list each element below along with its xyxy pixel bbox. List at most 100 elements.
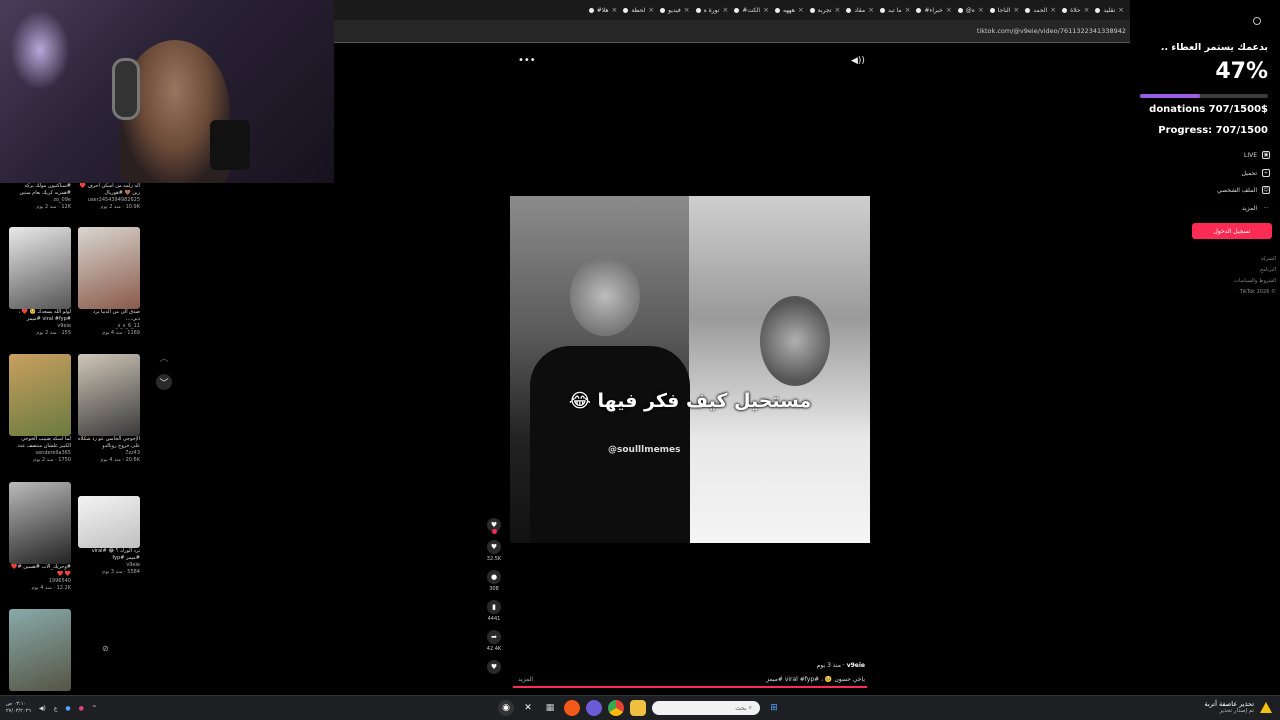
thumbnail-caption: ترد الورك ؟ 😂 #viral #ميمز #fyp xyxy=(91,548,140,561)
browser-tab[interactable]: هههه × xyxy=(774,6,804,14)
close-icon[interactable]: × xyxy=(1118,6,1124,14)
folder-icon[interactable] xyxy=(630,700,646,716)
close-icon[interactable]: × xyxy=(763,6,769,14)
browser-tab[interactable]: #هلا × xyxy=(588,6,618,14)
capcut-icon[interactable]: ✕ xyxy=(520,700,536,716)
mute-icon[interactable]: ⊘ xyxy=(102,644,116,656)
address-bar[interactable]: tiktok.com/@v9eie/video/7611322341338942 xyxy=(334,20,1130,42)
thumbnail-author[interactable]: s_s_6_11_ xyxy=(78,323,140,330)
chevron-up-icon[interactable]: ^ xyxy=(92,705,97,712)
browser-tab[interactable]: الحمد × xyxy=(1025,6,1056,14)
more-options-icon[interactable]: ••• xyxy=(518,55,536,66)
like-small-button[interactable]: ♥ xyxy=(487,660,501,674)
thumbnail-author[interactable]: 7zz43 xyxy=(78,450,140,457)
close-icon[interactable]: × xyxy=(722,6,728,14)
obs-icon[interactable]: ◉ xyxy=(498,700,514,716)
thumbnail-image[interactable] xyxy=(9,227,71,309)
thumbnail-image[interactable] xyxy=(78,227,140,309)
settings-icon[interactable] xyxy=(1253,17,1261,25)
video-author[interactable]: v9eie xyxy=(847,662,865,669)
sidebar-item-upload[interactable]: تحميل + xyxy=(1242,169,1270,177)
mic-icon[interactable]: ● xyxy=(65,705,70,712)
login-button[interactable]: تسجيل الدخول xyxy=(1192,223,1272,239)
close-icon[interactable]: × xyxy=(905,6,911,14)
browser-tab[interactable]: مقاد × xyxy=(846,6,874,14)
next-video-button[interactable]: ﹀ xyxy=(156,374,172,390)
like-count: 32.5K xyxy=(486,556,502,562)
thumbnail-author[interactable]: v9eie xyxy=(78,562,140,569)
close-icon[interactable]: × xyxy=(798,6,804,14)
follow-plus-icon[interactable] xyxy=(491,529,497,534)
close-icon[interactable]: × xyxy=(648,6,654,14)
close-icon[interactable]: × xyxy=(978,6,984,14)
url-text[interactable]: tiktok.com/@v9eie/video/7611322341338942 xyxy=(977,27,1126,35)
thumbnail-image[interactable] xyxy=(9,482,71,564)
footer-link[interactable]: البرنامج xyxy=(1260,267,1276,273)
thumbnail-author[interactable]: 1996540 xyxy=(9,578,71,585)
close-icon[interactable]: × xyxy=(1050,6,1056,14)
browser-tab[interactable]: تجربة × xyxy=(809,6,841,14)
more-button[interactable]: المزيد xyxy=(518,676,533,683)
footer-link[interactable]: الشروط والسياسات xyxy=(1234,278,1276,284)
video-grid: اله زلمه من اسكن احرف ❤️ زين 🤎 #هوريال us… xyxy=(0,183,150,695)
chrome-icon[interactable] xyxy=(608,700,624,716)
video-thumbnail-card[interactable]: لما اسكه ضبيب الخوجي الكبير علشان منتصف … xyxy=(9,354,71,464)
browser-tab[interactable]: الناجا × xyxy=(989,6,1019,14)
search-box[interactable]: بحث ⌕ xyxy=(652,701,760,715)
thumbnail-image[interactable] xyxy=(78,496,140,548)
close-icon[interactable]: × xyxy=(684,6,690,14)
thumbnail-author[interactable]: senderella365 xyxy=(9,450,71,457)
thumbnail-author[interactable]: user2454394982625 xyxy=(78,197,140,204)
close-icon[interactable]: × xyxy=(946,6,952,14)
video-thumbnail-card[interactable] xyxy=(9,609,71,691)
close-icon[interactable]: × xyxy=(612,6,618,14)
previous-video-button[interactable]: ︿ xyxy=(156,349,172,365)
browser-tab[interactable]: تقليد × xyxy=(1095,6,1124,14)
browser-tab[interactable]: #الكت × xyxy=(734,6,769,14)
comment-button[interactable]: ● xyxy=(487,570,501,584)
thumbnail-author[interactable]: zo_09e xyxy=(9,197,71,204)
tiktok-icon xyxy=(989,7,995,13)
close-icon[interactable]: × xyxy=(868,6,874,14)
thumbnail-image[interactable] xyxy=(78,354,140,436)
like-button[interactable]: ♥ xyxy=(487,540,501,554)
app-grid-icon[interactable]: ▦ xyxy=(542,700,558,716)
video-thumbnail-card[interactable]: صدق الي من الدنيا يرد دبي.... s_s_6_11_ 11… xyxy=(78,227,140,337)
browser-tab[interactable]: لحظة × xyxy=(623,6,654,14)
close-icon[interactable]: × xyxy=(1084,6,1090,14)
video-thumbnail-card[interactable]: #وحريك_الاب #هسين #❤️ ❤️ ❤️ 1996540 12.2K … xyxy=(9,482,71,592)
volume-icon[interactable]: ◀)) xyxy=(851,56,865,66)
speaker-icon[interactable]: ◀) xyxy=(39,705,46,712)
video-thumbnail-card[interactable]: اله زلمه من اسكن احرف ❤️ زين 🤎 #هوريال us… xyxy=(78,183,140,211)
browser-tab[interactable]: #خبراء × xyxy=(916,6,952,14)
video-thumbnail-card[interactable]: ترد الورك ؟ 😂 #viral #ميمز #fyp v9eie 5584… xyxy=(78,496,140,576)
thumbnail-image[interactable] xyxy=(9,354,71,436)
browser-tab[interactable]: تورة ه × xyxy=(695,6,728,14)
browser-tab[interactable]: @ه × xyxy=(957,6,984,14)
sidebar-item-profile[interactable]: الملف الشخصي ☺ xyxy=(1217,186,1270,194)
thumbnail-author[interactable]: v9eie xyxy=(9,323,71,330)
close-icon[interactable]: × xyxy=(835,6,841,14)
video-thumbnail-card[interactable]: لولو الله يسعدك 🥺 ❤️ ، #viral #fyp #ميمز… xyxy=(9,227,71,337)
share-button[interactable]: ➦ xyxy=(487,630,501,644)
tiktok-icon xyxy=(734,7,740,13)
weather-alert[interactable]: تحذير عاصفة أتربة تم إصدار تحذير xyxy=(1204,700,1272,714)
video-player[interactable]: مستحيل كيف فكر فيها 😂 @soulllmemes xyxy=(510,196,870,543)
thumbnail-image[interactable] xyxy=(9,609,71,691)
video-thumbnail-card[interactable]: #سناكتيون مولك بركة #همريه كريك بعام سني… xyxy=(9,183,72,211)
app-icon[interactable] xyxy=(586,700,602,716)
browser-tab[interactable]: ما تبد × xyxy=(880,6,910,14)
sidebar-item-more[interactable]: المزيد ⋯ xyxy=(1242,204,1270,212)
windows-start-icon[interactable]: ⊞ xyxy=(766,700,782,716)
sidebar-item-live[interactable]: LIVE ▣ xyxy=(1244,151,1270,159)
language-indicator[interactable]: ع xyxy=(54,705,58,712)
browser-tab[interactable]: حلاة × xyxy=(1062,6,1089,14)
clock[interactable]: ٠٣:١٠ ص ٢٧/٠٣/٢٠٢٦ xyxy=(6,701,31,715)
browser-tab[interactable]: فيديو × xyxy=(660,6,690,14)
footer-link[interactable]: الشركة xyxy=(1261,256,1276,262)
discord-icon[interactable]: ● xyxy=(79,705,84,712)
brave-icon[interactable] xyxy=(564,700,580,716)
close-icon[interactable]: × xyxy=(1013,6,1019,14)
save-button[interactable]: ▮ xyxy=(487,600,501,614)
video-thumbnail-card[interactable]: الإحوجي الخاسن عو رد شكلاه على خروج رونا… xyxy=(78,354,140,464)
